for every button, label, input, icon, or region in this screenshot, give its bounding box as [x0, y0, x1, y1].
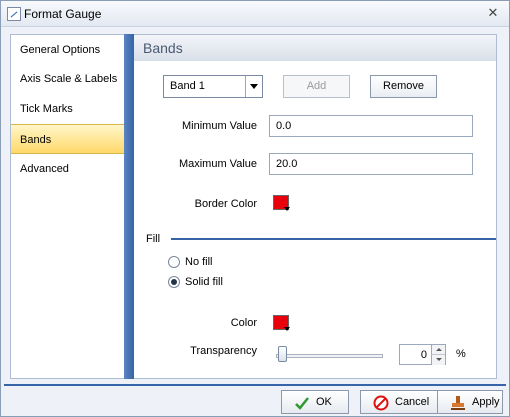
options-nav: General Options Axis Scale & Labels Tick…: [10, 34, 125, 379]
fill-color-label: Color: [230, 317, 257, 329]
dialog-title: Format Gauge: [24, 7, 102, 21]
nav-item-bands[interactable]: Bands: [11, 124, 124, 154]
solid-fill-label: Solid fill: [185, 276, 223, 288]
add-band-button[interactable]: Add: [283, 75, 350, 98]
close-button[interactable]: ✕: [485, 5, 501, 21]
transparency-spinner[interactable]: 0: [399, 344, 446, 365]
fill-color-picker[interactable]: [273, 315, 290, 331]
fill-section-divider: [171, 238, 496, 240]
cancel-button[interactable]: Cancel: [360, 390, 438, 414]
transparency-label: Transparency: [190, 345, 257, 357]
maximum-value-input[interactable]: 20.0: [269, 153, 473, 175]
nav-divider-stripe: [124, 34, 134, 379]
spin-down-icon[interactable]: [431, 355, 445, 365]
footer-divider: [4, 384, 506, 386]
chevron-down-icon[interactable]: [245, 76, 262, 97]
cancel-icon: [373, 395, 389, 411]
transparency-slider-track[interactable]: [276, 354, 383, 358]
gauge-app-icon: [7, 7, 21, 21]
maximum-value-label: Maximum Value: [178, 158, 257, 170]
minimum-value-input[interactable]: 0.0: [269, 115, 473, 137]
band-select-value: Band 1: [170, 80, 205, 92]
checkmark-icon: [295, 397, 309, 410]
border-color-picker[interactable]: [273, 195, 290, 211]
transparency-value: 0: [420, 349, 427, 361]
nav-item-tick-marks[interactable]: Tick Marks: [11, 94, 124, 124]
band-select[interactable]: Band 1: [163, 75, 263, 98]
border-color-label: Border Color: [194, 198, 257, 210]
no-fill-radio[interactable]: [168, 256, 180, 268]
nav-item-axis-scale-labels[interactable]: Axis Scale & Labels: [11, 64, 124, 94]
title-bar: Format Gauge ✕: [1, 1, 509, 27]
nav-item-general-options[interactable]: General Options: [11, 35, 124, 65]
stamp-icon: [451, 396, 465, 410]
no-fill-label: No fill: [185, 256, 213, 268]
fill-section-label: Fill: [146, 233, 161, 245]
ok-label: OK: [316, 396, 332, 408]
solid-fill-radio[interactable]: [168, 276, 180, 288]
ok-button[interactable]: OK: [281, 390, 349, 414]
cancel-label: Cancel: [395, 396, 430, 408]
transparency-slider-thumb[interactable]: [278, 346, 287, 362]
apply-label: Apply: [472, 396, 500, 408]
spin-up-icon[interactable]: [431, 345, 445, 355]
nav-item-advanced[interactable]: Advanced: [11, 154, 124, 184]
panel-title: Bands: [134, 35, 496, 61]
percent-unit-label: %: [456, 348, 466, 360]
apply-button[interactable]: Apply: [437, 390, 503, 414]
minimum-value-label: Minimum Value: [182, 120, 257, 132]
bands-panel: Bands Band 1 Add Remove Minimum Value 0.…: [134, 34, 497, 379]
remove-band-button[interactable]: Remove: [370, 75, 437, 98]
format-gauge-dialog: Format Gauge ✕ General Options Axis Scal…: [0, 0, 510, 417]
